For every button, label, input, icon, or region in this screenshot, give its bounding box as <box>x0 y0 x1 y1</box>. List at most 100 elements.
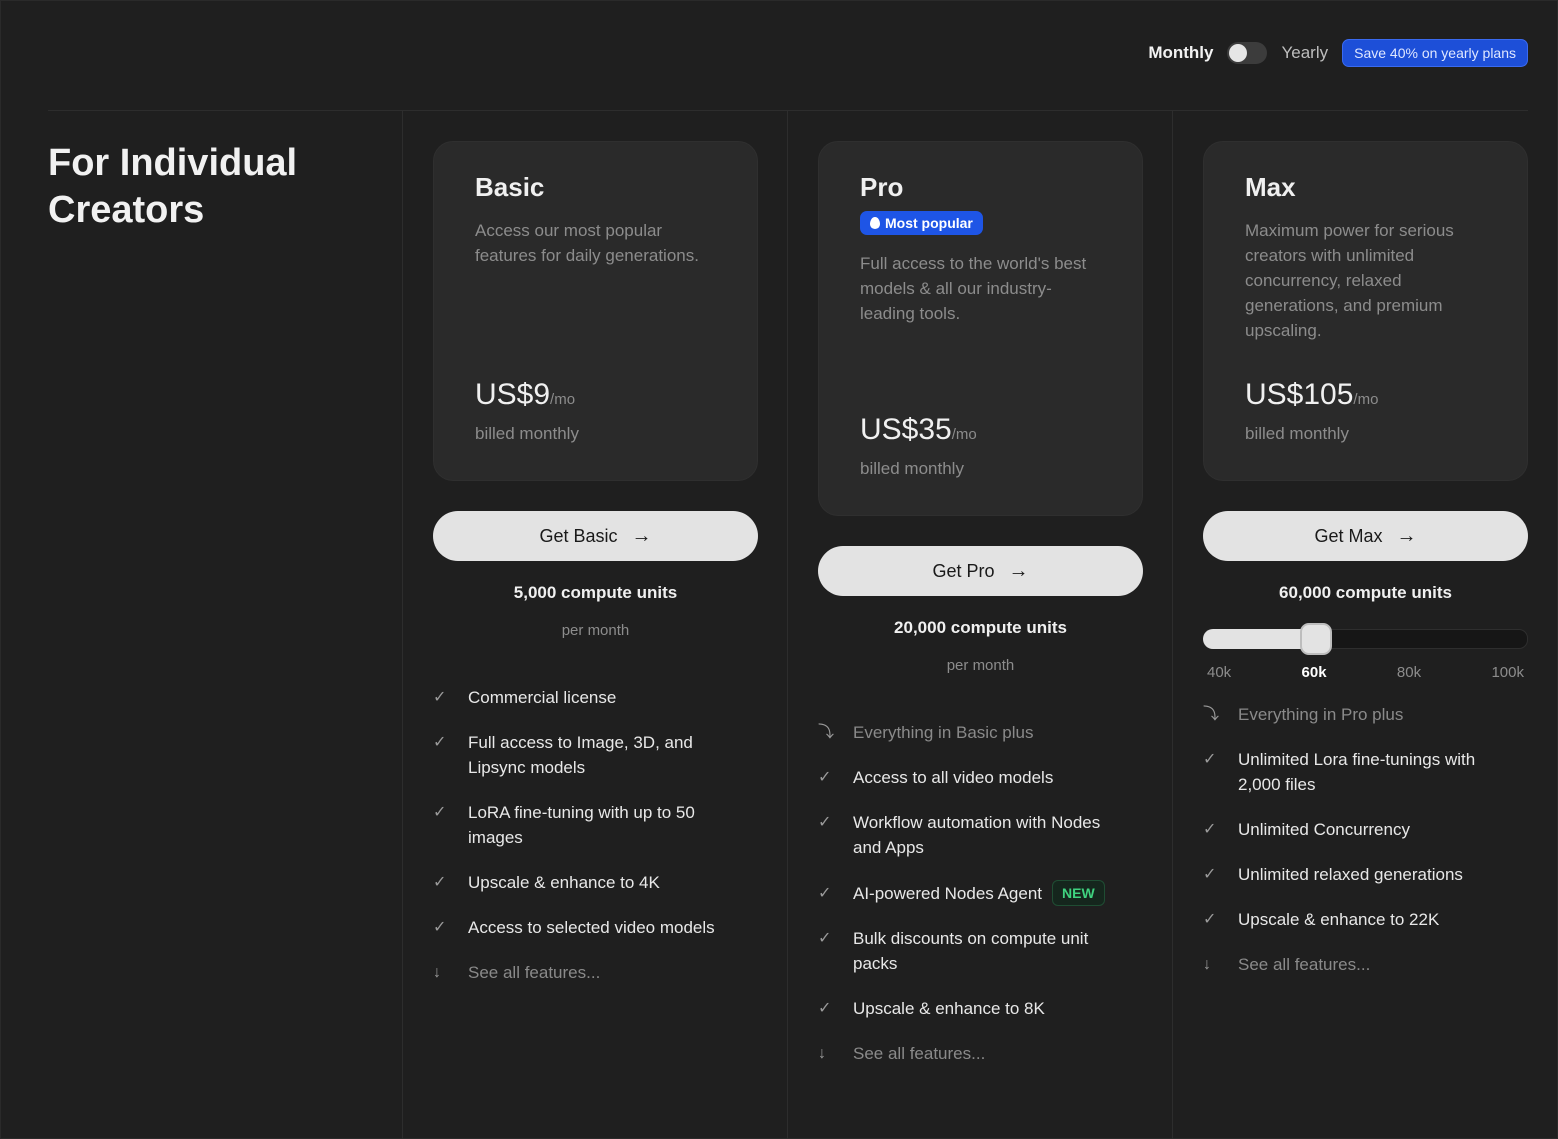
price-period: /mo <box>550 391 576 408</box>
feature-item: ✓ Unlimited Lora fine-tunings with 2,000 … <box>1203 747 1528 797</box>
feature-text: Upscale & enhance to 22K <box>1238 910 1440 929</box>
plan-name: Pro <box>860 172 904 202</box>
check-icon: ✓ <box>818 814 832 831</box>
see-all-features-link[interactable]: ↓ See all features... <box>818 1041 1143 1066</box>
plan-basic: Basic Access our most popular features f… <box>433 141 758 1005</box>
divider-vertical <box>402 111 403 1139</box>
monthly-label[interactable]: Monthly <box>1148 43 1213 63</box>
yearly-label[interactable]: Yearly <box>1281 43 1328 63</box>
slider-tick: 100k <box>1491 664 1524 681</box>
price-period: /mo <box>1353 391 1379 408</box>
feature-text: See all features... <box>853 1044 986 1063</box>
check-icon: ✓ <box>1203 911 1217 928</box>
arrow-right-icon: → <box>1008 560 1029 582</box>
billing-toggle[interactable] <box>1227 42 1268 64</box>
feature-text: See all features... <box>1238 955 1371 974</box>
arrow-down-icon: ↓ <box>818 1045 826 1062</box>
check-icon: ✓ <box>818 884 832 902</box>
check-icon: ✓ <box>433 919 447 936</box>
see-all-features-link[interactable]: ↓ See all features... <box>433 960 758 985</box>
feature-text: Unlimited relaxed generations <box>1238 865 1463 884</box>
arrow-down-icon: ↓ <box>1203 956 1211 973</box>
button-label: Get Pro <box>932 560 995 581</box>
check-icon: ✓ <box>818 1000 832 1017</box>
check-icon: ✓ <box>1203 751 1217 768</box>
plan-card: Pro Most popular Full access to the worl… <box>818 141 1143 516</box>
feature-item: ✓ Full access to Image, 3D, and Lipsync m… <box>433 730 758 780</box>
feature-item: ⤵ Everything in Pro plus <box>1203 702 1528 727</box>
slider-tick: 80k <box>1396 664 1422 681</box>
slider-ticks: 40k 60k 80k 100k <box>1203 664 1528 681</box>
check-icon: ✓ <box>818 930 832 947</box>
get-basic-button[interactable]: Get Basic → <box>433 511 758 561</box>
plan-price: US$35/mo <box>860 413 977 447</box>
check-icon: ✓ <box>433 734 447 751</box>
feature-item: ✓ Unlimited relaxed generations <box>1203 862 1528 887</box>
return-arrow-icon: ⤵ <box>1203 706 1220 723</box>
compute-units: 60,000 compute units <box>1279 583 1452 602</box>
feature-text: Bulk discounts on compute unit packs <box>853 929 1089 973</box>
price-period: /mo <box>951 426 977 443</box>
feature-item: ⤵ Everything in Basic plus <box>818 720 1143 745</box>
feature-text: Unlimited Concurrency <box>1238 820 1410 839</box>
get-pro-button[interactable]: Get Pro → <box>818 546 1143 596</box>
page-title: For Individual Creators <box>48 142 298 231</box>
plan-card: Basic Access our most popular features f… <box>433 141 758 481</box>
plan-name: Max <box>1245 172 1296 202</box>
return-arrow-icon: ⤵ <box>818 724 835 741</box>
plan-pro: Pro Most popular Full access to the worl… <box>818 141 1143 1086</box>
price-amount: US$35 <box>860 413 952 446</box>
feature-text: LoRA fine-tuning with up to 50 images <box>468 803 695 847</box>
arrow-right-icon: → <box>1396 525 1417 547</box>
save-badge: Save 40% on yearly plans <box>1342 39 1528 67</box>
get-max-button[interactable]: Get Max → <box>1203 511 1528 561</box>
see-all-features-link[interactable]: ↓ See all features... <box>1203 952 1528 977</box>
compute-units: 5,000 compute units <box>513 583 678 602</box>
feature-item: ✓ LoRA fine-tuning with up to 50 images <box>433 800 758 850</box>
check-icon: ✓ <box>433 689 447 706</box>
most-popular-badge: Most popular <box>860 211 983 235</box>
billing-toggle-bar: Monthly Yearly Save 40% on yearly plans <box>1148 38 1528 68</box>
slider-tick-selected: 60k <box>1301 664 1327 681</box>
check-icon: ✓ <box>433 874 447 891</box>
check-icon: ✓ <box>1203 866 1217 883</box>
plan-price: US$9/mo <box>475 378 575 412</box>
compute-units: 20,000 compute units <box>894 618 1067 637</box>
new-badge: NEW <box>1052 880 1105 906</box>
check-icon: ✓ <box>1203 821 1217 838</box>
feature-list: ⤵ Everything in Basic plus ✓ Access to all… <box>818 720 1143 1066</box>
feature-list: ✓ Commercial license ✓ Full access to Imag… <box>433 685 758 985</box>
feature-item: ✓ Commercial license <box>433 685 758 710</box>
divider-vertical <box>787 111 788 1139</box>
feature-item: ✓ Bulk discounts on compute unit packs <box>818 926 1143 976</box>
plan-description: Access our most popular features for dai… <box>475 221 699 265</box>
price-amount: US$9 <box>475 378 551 411</box>
feature-text: Access to all video models <box>853 768 1054 787</box>
feature-item: ✓ Workflow automation with Nodes and Apps <box>818 810 1143 860</box>
arrow-down-icon: ↓ <box>433 964 441 981</box>
feature-text: Full access to Image, 3D, and Lipsync mo… <box>468 733 693 777</box>
billing-note: billed monthly <box>475 424 579 443</box>
flame-icon <box>870 217 880 229</box>
feature-item: ✓ Unlimited Concurrency <box>1203 817 1528 842</box>
feature-item: ✓ Upscale & enhance to 4K <box>433 870 758 895</box>
plan-name: Basic <box>475 172 545 202</box>
slider-tick: 40k <box>1207 664 1232 681</box>
feature-list: ⤵ Everything in Pro plus ✓ Unlimited Lora … <box>1203 702 1528 977</box>
feature-item: ✓ AI-powered Nodes Agent NEW <box>818 880 1143 906</box>
arrow-right-icon: → <box>631 525 652 547</box>
check-icon: ✓ <box>818 769 832 786</box>
feature-text: Commercial license <box>468 688 617 707</box>
plan-price: US$105/mo <box>1245 378 1378 412</box>
feature-item: ✓ Access to all video models <box>818 765 1143 790</box>
feature-text: Workflow automation with Nodes and Apps <box>853 813 1101 857</box>
plan-description: Full access to the world's best models &… <box>860 254 1087 323</box>
units-period: per month <box>561 622 630 639</box>
button-label: Get Max <box>1314 525 1383 546</box>
slider-thumb[interactable] <box>1300 623 1332 655</box>
feature-text: Everything in Pro plus <box>1238 705 1404 724</box>
feature-item: ✓ Upscale & enhance to 8K <box>818 996 1143 1021</box>
feature-text: Access to selected video models <box>468 918 715 937</box>
feature-text: Upscale & enhance to 8K <box>853 999 1045 1018</box>
compute-units-slider[interactable] <box>1203 623 1528 655</box>
